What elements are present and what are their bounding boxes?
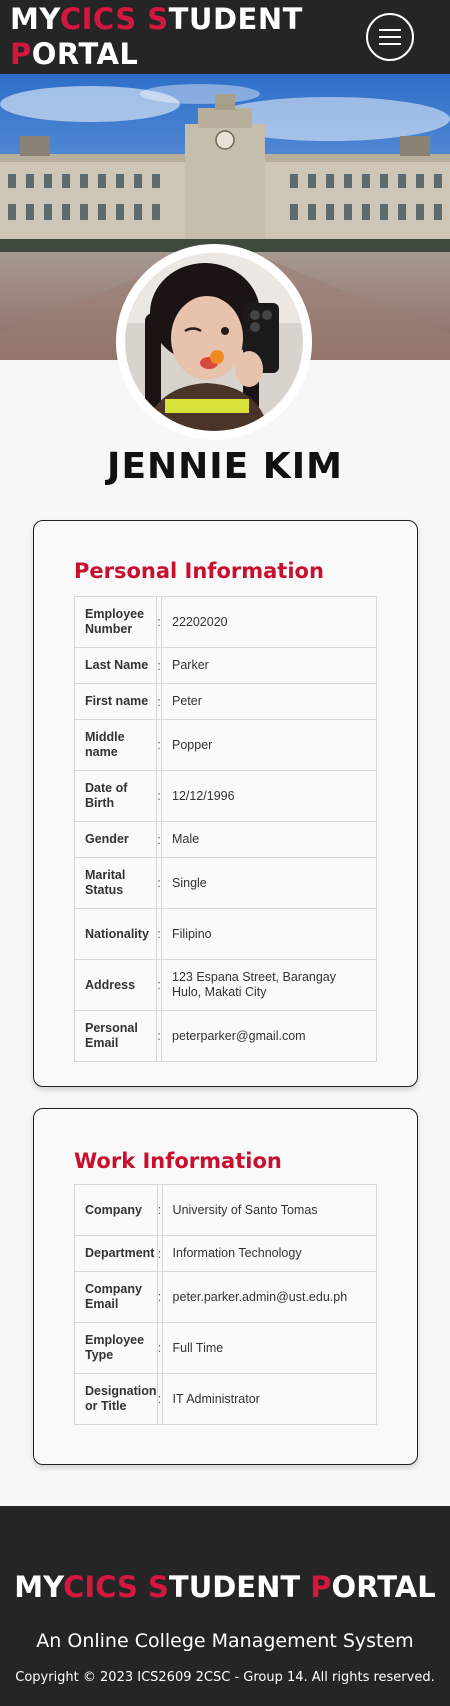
info-value: University of Santo Tomas [161, 1184, 378, 1236]
brand-segment: CICS [59, 2, 137, 36]
brand-segment: TUDENT [168, 1570, 311, 1604]
info-row: Designation or Title: IT Administrator [74, 1373, 378, 1425]
brand-segment: ORTAL [331, 1570, 436, 1604]
info-row: Personal Email: peterparker@gmail.com [74, 1010, 377, 1062]
brand-segment: P [10, 37, 32, 71]
info-row: Gender: Male [74, 821, 377, 858]
hamburger-menu-icon[interactable] [366, 13, 414, 61]
info-row: Last Name: Parker [74, 647, 377, 684]
brand-segment: TUDENT [168, 2, 303, 36]
info-row: First name: Peter [74, 683, 377, 720]
info-label: Gender [74, 821, 157, 858]
info-row: Employee Type: Full Time [74, 1322, 378, 1374]
brand-segment: S [148, 1570, 169, 1604]
personal-info-title: Personal Information [74, 559, 324, 583]
info-label: Company Email [74, 1271, 158, 1323]
info-label: Nationality [74, 908, 157, 960]
info-row: Date of Birth:12/12/1996 [74, 770, 377, 822]
brand-segment: MY [14, 1570, 64, 1604]
site-brand-logo[interactable]: MYCICS STUDENT PORTAL [10, 2, 303, 72]
info-label: Designation or Title [74, 1373, 158, 1425]
brand-segment: P [310, 1570, 332, 1604]
personal-info-table: Employee Number:22202020 Last Name: Parker… [74, 596, 377, 1062]
brand-segment: S [147, 2, 169, 36]
info-label: Company [74, 1184, 158, 1236]
top-navbar: MYCICS STUDENT PORTAL [0, 0, 450, 74]
info-value: Single [161, 857, 377, 909]
info-value: IT Administrator [161, 1373, 378, 1425]
brand-segment: CICS [63, 1570, 138, 1604]
info-value: Parker [161, 647, 377, 684]
page-footer: MYCICS STUDENT PORTAL An Online College … [0, 1506, 450, 1706]
info-row: Company: University of Santo Tomas [74, 1184, 378, 1236]
info-value: Peter [161, 683, 377, 720]
info-label: Date of Birth [74, 770, 157, 822]
info-value: 22202020 [161, 596, 377, 648]
footer-tagline: An Online College Management System [36, 1630, 414, 1652]
work-info-title: Work Information [74, 1149, 282, 1173]
brand-segment [138, 1570, 148, 1604]
student-name: JENNIE KIM [107, 446, 343, 487]
info-value: peter.parker.admin@ust.edu.ph [161, 1271, 378, 1323]
info-label: Employee Number [74, 596, 157, 648]
work-info-table: Company: University of Santo Tomas Departm… [74, 1184, 378, 1425]
info-value: Male [161, 821, 377, 858]
info-row: Employee Number:22202020 [74, 596, 377, 648]
info-row: Company Email: peter.parker.admin@ust.edu… [74, 1271, 378, 1323]
info-value: 123 Espana Street, Barangay Hulo, Makati… [161, 959, 377, 1011]
info-value: peterparker@gmail.com [161, 1010, 377, 1062]
work-info-card: Work Information Company: University of S… [33, 1108, 418, 1465]
footer-copyright: Copyright © 2023 ICS2609 2CSC - Group 14… [15, 1670, 435, 1685]
footer-brand: MYCICS STUDENT PORTAL [0, 1570, 450, 1604]
info-value: Filipino [161, 908, 377, 960]
info-label: First name [74, 683, 157, 720]
brand-segment: ORTAL [31, 37, 139, 71]
brand-line-2: PORTAL [10, 37, 303, 72]
info-value: Popper [161, 719, 377, 771]
info-label: Personal Email [74, 1010, 157, 1062]
info-label: Address [74, 959, 157, 1011]
info-label: Middle name [74, 719, 157, 771]
info-label: Last Name [74, 647, 157, 684]
info-label: Department [74, 1235, 158, 1272]
info-value: 12/12/1996 [161, 770, 377, 822]
info-label: Marital Status [74, 857, 157, 909]
brand-line-1: MYCICS STUDENT [10, 2, 303, 37]
info-row: Address:123 Espana Street, Barangay Hulo… [74, 959, 377, 1011]
info-row: Department: Information Technology [74, 1235, 378, 1272]
info-value: Information Technology [161, 1235, 378, 1272]
personal-info-card: Personal Information Employee Number:222… [33, 520, 418, 1087]
info-row: Middle name: Popper [74, 719, 377, 771]
profile-avatar [116, 244, 312, 440]
brand-segment [137, 2, 148, 36]
info-row: Marital Status: Single [74, 857, 377, 909]
brand-segment: MY [10, 2, 60, 36]
info-row: Nationality: Filipino [74, 908, 377, 960]
info-value: Full Time [161, 1322, 378, 1374]
info-label: Employee Type [74, 1322, 158, 1374]
